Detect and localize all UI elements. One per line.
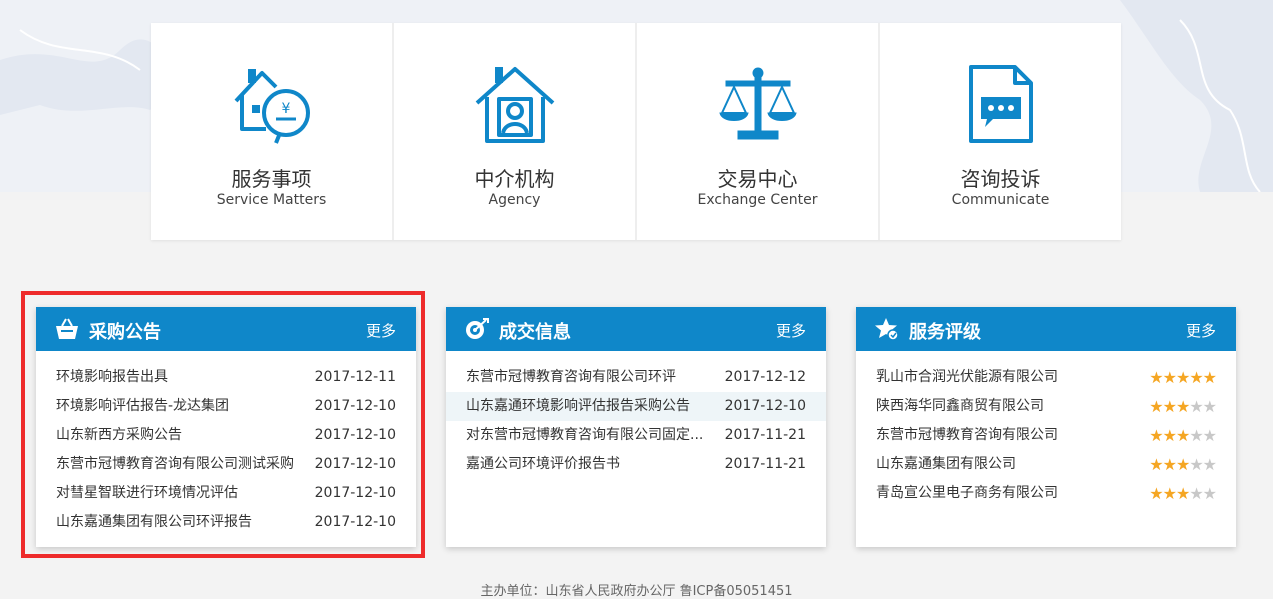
panel-title: 成交信息 bbox=[499, 322, 571, 343]
star-filled-icon: ★ bbox=[1162, 397, 1177, 416]
item-title: 东营市冠博教育咨询有限公司环评 bbox=[466, 369, 676, 385]
panel-list: 乳山市合润光伏能源有限公司 ★★★★★ 陕西海华同鑫商贸有限公司 ★★★★★ 东营市… bbox=[856, 351, 1236, 508]
list-item[interactable]: 乳山市合润光伏能源有限公司 ★★★★★ bbox=[856, 363, 1236, 392]
panel-list: 东营市冠博教育咨询有限公司环评 2017-12-12 山东嘉通环境影响评估报告采购… bbox=[446, 351, 826, 479]
list-item[interactable]: 东营市冠博教育咨询有限公司环评 2017-12-12 bbox=[446, 363, 826, 392]
star-filled-icon: ★ bbox=[1149, 484, 1163, 503]
item-title: 对东营市冠博教育咨询有限公司固定... bbox=[466, 427, 704, 443]
item-date: 2017-11-21 bbox=[724, 427, 806, 443]
panel-header: 成交信息 更多 bbox=[446, 307, 826, 351]
scales-icon bbox=[718, 67, 797, 140]
star-filled-icon: ★ bbox=[1149, 397, 1163, 416]
star-filled-icon: ★ bbox=[1162, 426, 1177, 445]
service-card-en-label: Exchange Center bbox=[697, 192, 818, 208]
item-title: 嘉通公司环境评价报告书 bbox=[466, 456, 620, 472]
star-rating: ★★★★★ bbox=[1149, 421, 1217, 450]
service-card-cn-label: 中介机构 bbox=[474, 167, 555, 191]
star-empty-icon: ★ bbox=[1202, 426, 1217, 445]
service-card-agency[interactable]: 中介机构 Agency bbox=[394, 23, 637, 240]
star-empty-icon: ★ bbox=[1202, 455, 1217, 474]
more-link[interactable]: 更多 bbox=[776, 320, 806, 341]
star-filled-icon: ★ bbox=[1149, 426, 1163, 445]
more-link[interactable]: 更多 bbox=[1186, 320, 1216, 341]
star-filled-icon: ★ bbox=[1189, 368, 1203, 387]
star-filled-icon: ★ bbox=[1149, 455, 1163, 474]
house-service-icon: ¥ bbox=[234, 69, 310, 144]
service-card-cn-label: 服务事项 bbox=[231, 167, 312, 191]
item-title: 东营市冠博教育咨询有限公司 bbox=[876, 427, 1058, 443]
star-empty-icon: ★ bbox=[1202, 484, 1217, 503]
item-date: 2017-12-10 bbox=[724, 398, 806, 414]
house-person-icon bbox=[475, 67, 554, 143]
deals-panel: 成交信息 更多 东营市冠博教育咨询有限公司环评 2017-12-12 山东嘉通环境… bbox=[446, 307, 826, 547]
target-icon bbox=[466, 318, 489, 339]
list-item[interactable]: 嘉通公司环境评价报告书 2017-11-21 bbox=[446, 450, 826, 479]
list-item[interactable]: 青岛宣公里电子商务有限公司 ★★★★★ bbox=[856, 479, 1236, 508]
rating-panel: 服务评级 更多 乳山市合润光伏能源有限公司 ★★★★★ 陕西海华同鑫商贸有限公司 ★… bbox=[856, 307, 1236, 547]
item-date: 2017-11-21 bbox=[724, 456, 806, 472]
star-filled-icon: ★ bbox=[1175, 455, 1190, 474]
star-filled-icon: ★ bbox=[1162, 455, 1177, 474]
highlight-box bbox=[21, 291, 425, 558]
service-card-cn-label: 咨询投诉 bbox=[960, 167, 1041, 191]
star-badge-icon bbox=[875, 318, 899, 341]
list-item[interactable]: 东营市冠博教育咨询有限公司 ★★★★★ bbox=[856, 421, 1236, 450]
star-filled-icon: ★ bbox=[1175, 368, 1190, 387]
star-empty-icon: ★ bbox=[1189, 455, 1203, 474]
item-date: 2017-12-12 bbox=[724, 369, 806, 385]
star-empty-icon: ★ bbox=[1189, 426, 1203, 445]
item-title: 山东嘉通集团有限公司 bbox=[876, 456, 1016, 472]
item-title: 陕西海华同鑫商贸有限公司 bbox=[876, 398, 1044, 414]
footer-text: 主办单位：山东省人民政府办公厅 鲁ICP备05051451 bbox=[480, 584, 793, 599]
document-chat-icon bbox=[968, 65, 1033, 143]
star-filled-icon: ★ bbox=[1162, 484, 1177, 503]
panel-title: 服务评级 bbox=[909, 322, 981, 343]
star-rating: ★★★★★ bbox=[1149, 363, 1217, 392]
star-rating: ★★★★★ bbox=[1149, 479, 1217, 508]
list-item[interactable]: 山东嘉通环境影响评估报告采购公告 2017-12-10 bbox=[446, 392, 826, 421]
item-title: 乳山市合润光伏能源有限公司 bbox=[876, 369, 1058, 385]
star-filled-icon: ★ bbox=[1162, 368, 1177, 387]
star-filled-icon: ★ bbox=[1149, 368, 1163, 387]
service-cards: ¥ 服务事项 Service Matters 中介机构 Agency 交易中心 … bbox=[151, 23, 1121, 240]
service-card-en-label: Communicate bbox=[951, 192, 1050, 208]
svg-text:¥: ¥ bbox=[281, 101, 290, 117]
star-filled-icon: ★ bbox=[1175, 426, 1190, 445]
star-rating: ★★★★★ bbox=[1149, 450, 1217, 479]
star-empty-icon: ★ bbox=[1189, 484, 1203, 503]
star-filled-icon: ★ bbox=[1175, 397, 1190, 416]
service-card-cn-label: 交易中心 bbox=[717, 167, 798, 191]
star-filled-icon: ★ bbox=[1202, 368, 1217, 387]
item-title: 山东嘉通环境影响评估报告采购公告 bbox=[466, 398, 690, 414]
star-rating: ★★★★★ bbox=[1149, 392, 1217, 421]
service-card-exchange-center[interactable]: 交易中心 Exchange Center bbox=[637, 23, 880, 240]
service-card-communicate[interactable]: 咨询投诉 Communicate bbox=[880, 23, 1121, 240]
panel-header: 服务评级 更多 bbox=[856, 307, 1236, 351]
service-card-en-label: Service Matters bbox=[216, 192, 327, 208]
star-empty-icon: ★ bbox=[1189, 397, 1203, 416]
list-item[interactable]: 山东嘉通集团有限公司 ★★★★★ bbox=[856, 450, 1236, 479]
star-filled-icon: ★ bbox=[1175, 484, 1190, 503]
item-title: 青岛宣公里电子商务有限公司 bbox=[876, 485, 1058, 501]
star-empty-icon: ★ bbox=[1202, 397, 1217, 416]
list-item[interactable]: 陕西海华同鑫商贸有限公司 ★★★★★ bbox=[856, 392, 1236, 421]
service-card-en-label: Agency bbox=[488, 192, 541, 208]
list-item[interactable]: 对东营市冠博教育咨询有限公司固定... 2017-11-21 bbox=[446, 421, 826, 450]
service-card-service-matters[interactable]: ¥ 服务事项 Service Matters bbox=[151, 23, 394, 240]
